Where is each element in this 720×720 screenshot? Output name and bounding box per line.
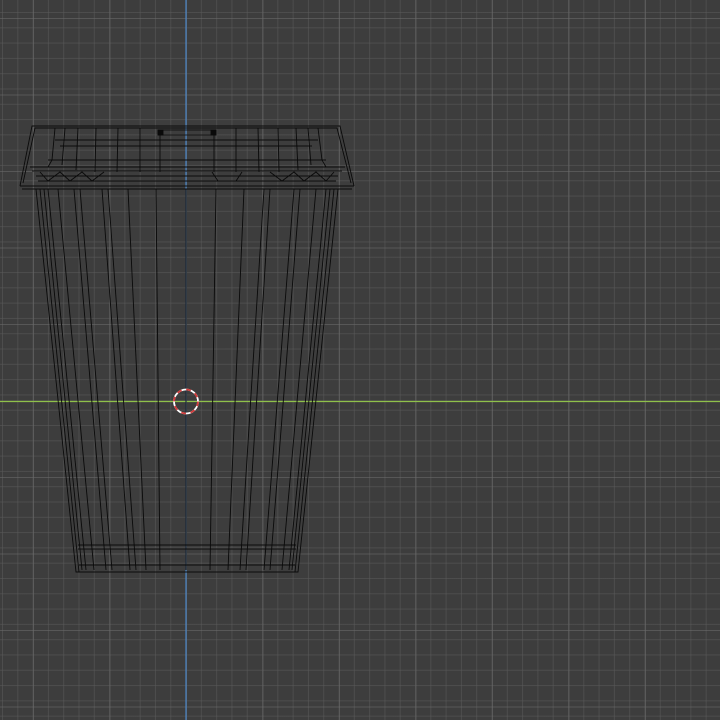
3d-viewport[interactable] — [0, 0, 720, 720]
cup-mesh[interactable] — [19, 125, 355, 573]
lid-wireframe — [19, 125, 355, 190]
cup-body-wireframe — [35, 188, 339, 573]
viewport-canvas — [0, 0, 720, 720]
